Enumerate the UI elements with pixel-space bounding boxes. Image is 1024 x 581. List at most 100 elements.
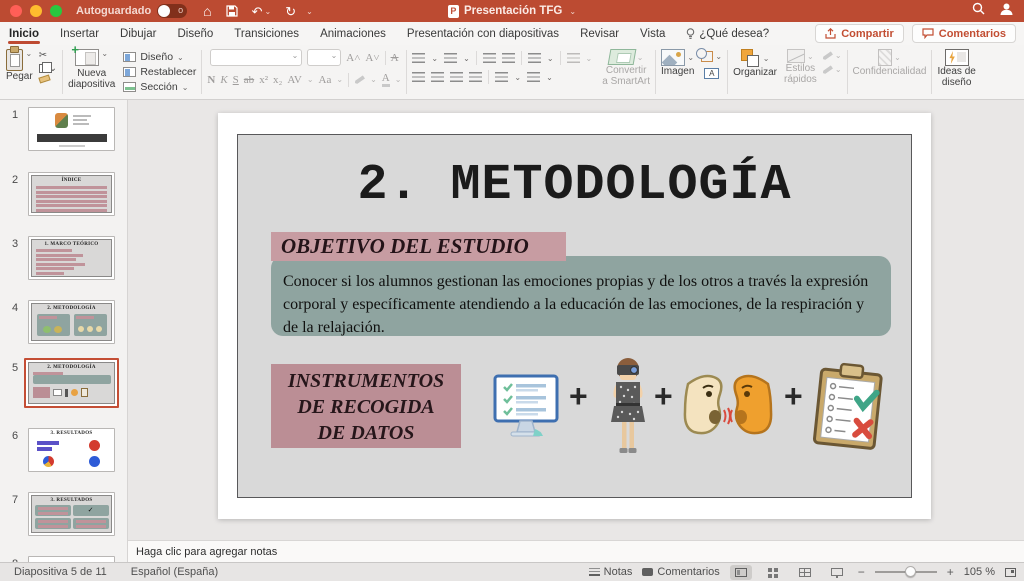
image-button[interactable]: ⌄ Imagen [661, 49, 694, 77]
decrease-indent-icon[interactable] [483, 53, 496, 64]
slide-sorter-view-button[interactable] [762, 565, 784, 580]
zoom-slider-knob[interactable] [905, 566, 916, 577]
zoom-slider[interactable] [875, 571, 937, 573]
align-right-icon[interactable] [450, 72, 463, 83]
numbering-icon[interactable] [444, 53, 457, 64]
tab-animaciones[interactable]: Animaciones [319, 25, 387, 43]
close-window-button[interactable] [10, 5, 22, 17]
shape-fill-icon[interactable] [822, 51, 833, 61]
normal-view-button[interactable] [730, 565, 752, 580]
convert-smartart-button[interactable]: ⌄ Convertira SmartArt [602, 49, 650, 87]
quick-styles-button[interactable]: ⌄ Estilosrápidos [784, 49, 817, 85]
superscript-button[interactable]: x² [259, 74, 268, 86]
layout-button[interactable]: Diseño⌄ [123, 51, 196, 63]
slide-thumbnail-5-selected[interactable]: 2. METODOLOGÍA [24, 358, 119, 408]
slide-thumbnail-7[interactable]: 3. RESULTADOS ✓ [28, 492, 115, 536]
slide-editor[interactable]: 2. METODOLOGÍA OBJETIVO DEL ESTUDIO Cono… [218, 113, 931, 519]
align-center-icon[interactable] [431, 72, 444, 83]
bold-button[interactable]: N [207, 74, 215, 86]
clear-format-icon[interactable]: A [391, 52, 399, 64]
home-icon[interactable]: ⌂ [203, 4, 211, 18]
align-left-icon[interactable] [412, 72, 425, 83]
thumbnail-number-4: 4 [12, 302, 18, 314]
increase-indent-icon[interactable] [502, 53, 515, 64]
save-icon[interactable] [226, 5, 238, 17]
slide-thumbnail-4[interactable]: 2. METODOLOGÍA [28, 300, 115, 344]
italic-button[interactable]: K [220, 74, 227, 86]
zoom-window-button[interactable] [50, 5, 62, 17]
tab-transiciones[interactable]: Transiciones [233, 25, 300, 43]
objective-box[interactable]: Conocer si los alumnos gestionan las emo… [271, 256, 891, 336]
font-name-select[interactable] [210, 49, 302, 66]
textbox-icon[interactable]: A [704, 68, 719, 79]
tab-que-desea[interactable]: ¿Qué desea? [685, 25, 770, 43]
fit-slide-button[interactable] [1005, 568, 1016, 577]
title-dropdown-icon[interactable]: ⌄ [569, 7, 576, 16]
line-spacing-icon[interactable] [528, 53, 541, 64]
slide-thumbnail-6[interactable]: 3. RESULTADOS [28, 428, 115, 472]
copy-icon[interactable] [39, 64, 47, 73]
columns-icon[interactable] [567, 53, 580, 64]
cut-icon[interactable]: ✂ [39, 50, 57, 61]
slide-title[interactable]: 2. METODOLOGÍA [238, 157, 911, 214]
reading-view-button[interactable] [794, 565, 816, 580]
tab-vista[interactable]: Vista [639, 25, 666, 43]
tab-inicio[interactable]: Inicio [8, 25, 40, 43]
paste-button[interactable]: ⌄ Pegar [6, 49, 33, 82]
bullets-icon[interactable] [412, 53, 425, 64]
new-slide-dropdown-icon[interactable]: ⌄ [101, 49, 108, 58]
undo-icon[interactable]: ↶ [252, 5, 263, 18]
arrange-button[interactable]: ⌄ Organizar [733, 49, 777, 78]
char-spacing-button[interactable]: AV [287, 74, 301, 86]
toolbar-options-icon[interactable]: ⌄ [306, 7, 313, 16]
notes-toggle-button[interactable]: Notas [589, 566, 633, 578]
tab-presentacion[interactable]: Presentación con diapositivas [406, 25, 560, 43]
user-account-icon[interactable] [999, 2, 1014, 21]
objective-header[interactable]: OBJETIVO DEL ESTUDIO [271, 232, 566, 261]
reset-button[interactable]: Restablecer [123, 66, 196, 78]
comments-button[interactable]: Comentarios [912, 24, 1016, 43]
instruments-box[interactable]: INSTRUMENTOS DE RECOGIDA DE DATOS [271, 364, 461, 448]
highlight-color-icon[interactable] [354, 75, 365, 85]
comments-toggle-button[interactable]: Comentarios [642, 566, 719, 578]
tab-insertar[interactable]: Insertar [59, 25, 100, 43]
design-ideas-button[interactable]: Ideas dediseño [937, 49, 975, 88]
document-title[interactable]: Presentación TFG [464, 5, 562, 17]
tab-revisar[interactable]: Revisar [579, 25, 620, 43]
tab-dibujar[interactable]: Dibujar [119, 25, 157, 43]
notes-panel[interactable]: Haga clic para agregar notas [128, 540, 1024, 562]
share-button[interactable]: Compartir [815, 24, 904, 43]
font-color-icon[interactable]: A [382, 72, 390, 87]
underline-button[interactable]: S [233, 74, 239, 86]
align-text-icon[interactable] [527, 72, 540, 83]
slideshow-button[interactable] [826, 565, 848, 580]
section-button[interactable]: Sección⌄ [123, 81, 196, 93]
zoom-in-button[interactable]: + [947, 565, 954, 579]
slide-thumbnail-2[interactable]: ÍNDICE [28, 172, 115, 216]
new-slide-button[interactable]: ⌄ Nuevadiapositiva [68, 49, 115, 90]
font-size-select[interactable] [307, 49, 341, 66]
search-icon[interactable] [972, 2, 985, 20]
shape-outline-icon[interactable] [822, 65, 833, 75]
undo-dropdown-icon[interactable]: ⌄ [265, 7, 272, 16]
subscript-button[interactable]: x₂ [273, 74, 282, 86]
tab-diseno[interactable]: Diseño [176, 25, 214, 43]
paste-dropdown-icon[interactable]: ⌄ [25, 49, 32, 58]
redo-icon[interactable]: ↻ [285, 5, 296, 18]
shapes-icon[interactable] [701, 51, 713, 62]
strikethrough-button[interactable]: ab [244, 74, 254, 86]
autosave-toggle[interactable]: o [157, 4, 187, 18]
zoom-level[interactable]: 105 % [964, 566, 995, 578]
change-case-button[interactable]: Aa [319, 74, 332, 86]
slide-thumbnail-1[interactable] [28, 107, 115, 151]
shrink-font-icon[interactable]: A˅ [365, 52, 379, 64]
justify-icon[interactable] [469, 72, 482, 83]
slide-thumbnail-3[interactable]: 1. MARCO TEÓRICO [28, 236, 115, 280]
minimize-window-button[interactable] [30, 5, 42, 17]
format-painter-icon[interactable] [38, 74, 50, 83]
grow-font-icon[interactable]: A˄ [346, 52, 360, 64]
language-status[interactable]: Español (España) [131, 566, 218, 578]
confidentiality-button[interactable]: ⌄ Confidencialidad [853, 49, 927, 77]
zoom-out-button[interactable]: − [858, 565, 865, 579]
text-direction-icon[interactable] [495, 72, 508, 83]
